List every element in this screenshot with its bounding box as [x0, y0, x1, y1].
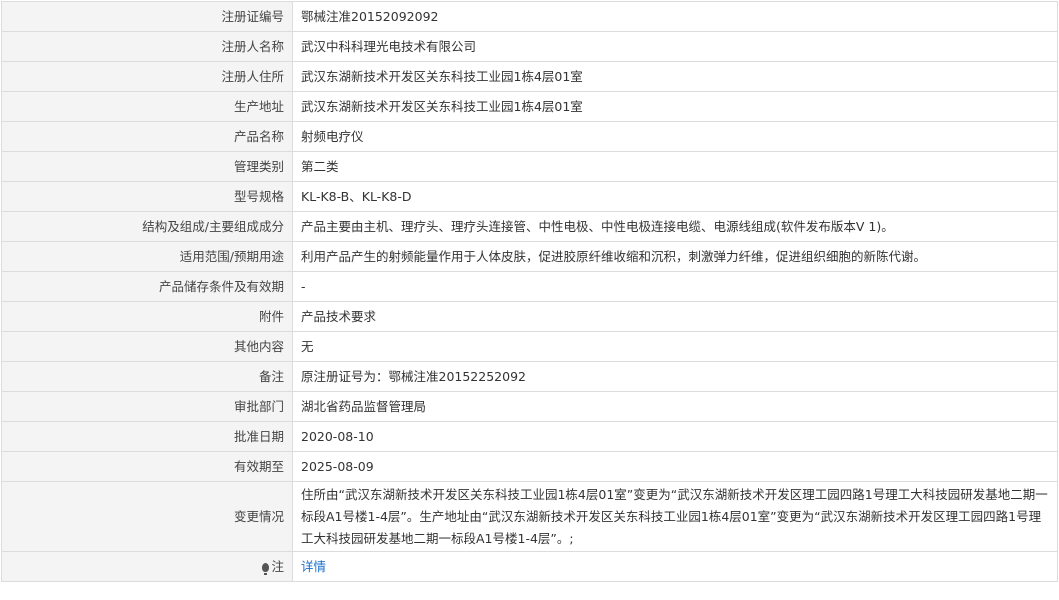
row-value: 利用产品产生的射频能量作用于人体皮肤，促进胶原纤维收缩和沉积，刺激弹力纤维，促进… [292, 241, 1058, 272]
detail-table-footer: 变更情况 住所由“武汉东湖新技术开发区关东科技工业园1栋4层01室”变更为“武汉… [1, 481, 1058, 582]
registration-detail-table: 注册证编号 鄂械注准20152092092 注册人名称 武汉中科科理光电技术有限公司注… [1, 1, 1058, 582]
detail-table-body: 注册证编号 鄂械注准20152092092 注册人名称 武汉中科科理光电技术有限公司注… [1, 1, 1058, 482]
table-row: 产品储存条件及有效期 - [1, 271, 1058, 302]
table-row: 注册证编号 鄂械注准20152092092 [1, 1, 1058, 32]
row-label: 管理类别 [1, 151, 293, 182]
row-label: 产品名称 [1, 121, 293, 152]
row-label: 其他内容 [1, 331, 293, 362]
table-row-note: 注 详情 [1, 551, 1058, 582]
change-value: 住所由“武汉东湖新技术开发区关东科技工业园1栋4层01室”变更为“武汉东湖新技术… [292, 481, 1058, 552]
table-row: 结构及组成/主要组成成分 产品主要由主机、理疗头、理疗头连接管、中性电极、中性电极… [1, 211, 1058, 242]
table-row: 产品名称 射频电疗仪 [1, 121, 1058, 152]
table-row: 生产地址 武汉东湖新技术开发区关东科技工业园1栋4层01室 [1, 91, 1058, 122]
row-value: 原注册证号为：鄂械注准20152252092 [292, 361, 1058, 392]
row-label: 审批部门 [1, 391, 293, 422]
lightbulb-icon [262, 562, 270, 575]
row-label: 结构及组成/主要组成成分 [1, 211, 293, 242]
table-row: 管理类别 第二类 [1, 151, 1058, 182]
row-value: 鄂械注准20152092092 [292, 1, 1058, 32]
table-row: 有效期至 2025-08-09 [1, 451, 1058, 482]
row-value: 产品主要由主机、理疗头、理疗头连接管、中性电极、中性电极连接电缆、电源线组成(软… [292, 211, 1058, 242]
table-row: 注册人名称 武汉中科科理光电技术有限公司 [1, 31, 1058, 62]
row-value: 无 [292, 331, 1058, 362]
row-label: 注册证编号 [1, 1, 293, 32]
change-label: 变更情况 [1, 481, 293, 552]
table-row-change: 变更情况 住所由“武汉东湖新技术开发区关东科技工业园1栋4层01室”变更为“武汉… [1, 481, 1058, 552]
row-label: 注册人住所 [1, 61, 293, 92]
row-value: 2020-08-10 [292, 421, 1058, 452]
row-value: KL-K8-B、KL-K8-D [292, 181, 1058, 212]
table-row: 批准日期 2020-08-10 [1, 421, 1058, 452]
row-value: 产品技术要求 [292, 301, 1058, 332]
row-label: 有效期至 [1, 451, 293, 482]
row-value: 湖北省药品监督管理局 [292, 391, 1058, 422]
row-value: 武汉东湖新技术开发区关东科技工业园1栋4层01室 [292, 61, 1058, 92]
table-row: 适用范围/预期用途 利用产品产生的射频能量作用于人体皮肤，促进胶原纤维收缩和沉积，… [1, 241, 1058, 272]
row-label: 备注 [1, 361, 293, 392]
note-label: 注 [271, 558, 284, 574]
row-value: 武汉中科科理光电技术有限公司 [292, 31, 1058, 62]
table-row: 附件 产品技术要求 [1, 301, 1058, 332]
row-value: 第二类 [292, 151, 1058, 182]
note-value-cell: 详情 [292, 551, 1058, 582]
row-value: 武汉东湖新技术开发区关东科技工业园1栋4层01室 [292, 91, 1058, 122]
note-label-cell: 注 [1, 551, 293, 582]
row-value: 射频电疗仪 [292, 121, 1058, 152]
table-row: 其他内容无 [1, 331, 1058, 362]
row-value: - [292, 271, 1058, 302]
table-row: 审批部门 湖北省药品监督管理局 [1, 391, 1058, 422]
row-label: 批准日期 [1, 421, 293, 452]
table-row: 注册人住所 武汉东湖新技术开发区关东科技工业园1栋4层01室 [1, 61, 1058, 92]
row-label: 生产地址 [1, 91, 293, 122]
row-value: 2025-08-09 [292, 451, 1058, 482]
detail-link[interactable]: 详情 [301, 559, 326, 574]
row-label: 适用范围/预期用途 [1, 241, 293, 272]
row-label: 注册人名称 [1, 31, 293, 62]
row-label: 附件 [1, 301, 293, 332]
table-row: 型号规格 KL-K8-B、KL-K8-D [1, 181, 1058, 212]
table-row: 备注 原注册证号为：鄂械注准20152252092 [1, 361, 1058, 392]
row-label: 型号规格 [1, 181, 293, 212]
row-label: 产品储存条件及有效期 [1, 271, 293, 302]
